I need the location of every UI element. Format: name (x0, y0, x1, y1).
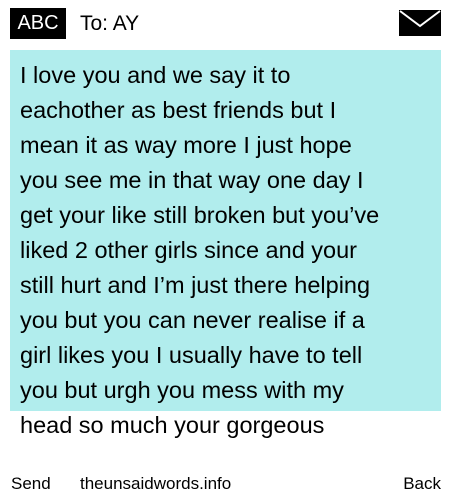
input-mode-badge: ABC (10, 8, 66, 39)
envelope-icon (399, 10, 441, 36)
softkey-bar: Send theunsaidwords.info Back (0, 470, 450, 500)
send-button[interactable]: Send (11, 470, 51, 498)
message-body[interactable]: I love you and we say it to eachother as… (20, 58, 430, 443)
recipient-label: To: AY (80, 12, 140, 35)
back-button[interactable]: Back (403, 470, 441, 498)
site-label: theunsaidwords.info (80, 474, 232, 493)
message-header: ABC To: AY (0, 0, 450, 50)
